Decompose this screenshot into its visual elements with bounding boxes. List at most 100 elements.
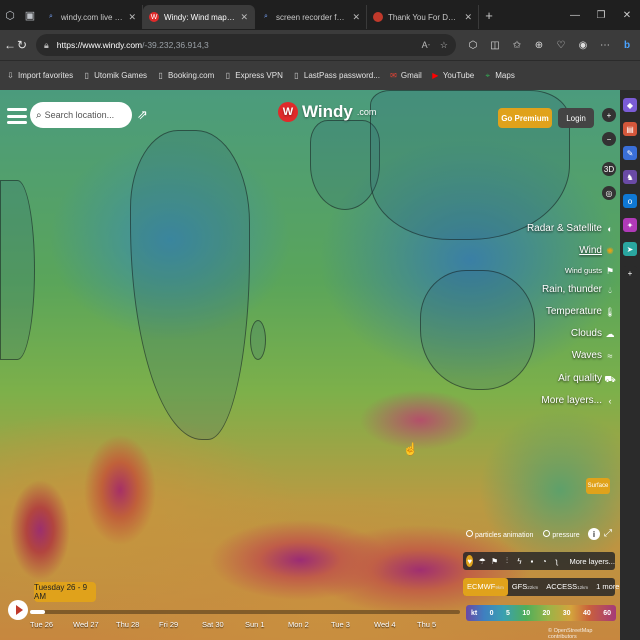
go-premium-button[interactable]: Go Premium (498, 108, 552, 128)
timeline-day[interactable]: Thu 5 (417, 620, 460, 629)
favorite-youtube[interactable]: ▶ YouTube (431, 71, 474, 81)
more-layers-link[interactable]: More layers... (570, 557, 615, 566)
login-button[interactable]: Login (558, 108, 594, 128)
close-icon[interactable]: ✕ (240, 12, 248, 23)
favorite-star-icon[interactable]: ☆ (440, 40, 448, 51)
windy-logo[interactable]: W Windy .com (278, 102, 376, 122)
fullscreen-icon[interactable]: ⤢ (604, 528, 612, 539)
search-location-input[interactable]: ⌕ Search location... (30, 102, 132, 128)
favorite-gmail[interactable]: ✉ Gmail (389, 71, 422, 81)
favorites-icon[interactable]: ✩ (508, 36, 526, 54)
rain-icon[interactable]: 💧︎ (608, 279, 612, 301)
radar-icon[interactable]: ◐ (607, 218, 612, 240)
chevron-left-icon[interactable]: ‹ (609, 390, 612, 412)
wind-icon[interactable]: ♥ (466, 555, 474, 567)
split-screen-icon[interactable]: ◫ (486, 36, 504, 54)
zoom-in-icon[interactable]: + (602, 108, 616, 122)
rain-icon[interactable]: ☂ (478, 555, 486, 567)
favorite-utomik[interactable]: ▯ Utomik Games (82, 71, 147, 81)
layer-more-layers[interactable]: More layers... (541, 390, 602, 412)
lightning-icon[interactable]: ϟ (516, 555, 523, 567)
zoom-out-icon[interactable]: − (602, 132, 616, 146)
layer-temperature[interactable]: Temperature (546, 301, 602, 323)
surface-level-button[interactable]: Surface (586, 478, 610, 494)
model-more[interactable]: 1 more... (592, 578, 620, 596)
info-icon[interactable]: i (588, 528, 600, 540)
thermometer-icon[interactable]: 🌡︎ (604, 301, 615, 323)
restore-icon[interactable]: ❐ (588, 10, 614, 21)
particles-animation-toggle[interactable]: particles animation (466, 530, 533, 539)
favorite-expressvpn[interactable]: ▯ Express VPN (223, 71, 283, 81)
layer-wind-gusts[interactable]: Wind gusts (565, 263, 602, 279)
timeline-day[interactable]: Tue 26 (30, 620, 73, 629)
copilot-icon[interactable]: ◆ (623, 98, 637, 112)
waves-icon[interactable]: ≈ (608, 345, 613, 367)
extensions-icon[interactable]: ⬡ (464, 36, 482, 54)
refresh-icon[interactable]: ↻ (16, 34, 28, 56)
play-button[interactable] (8, 600, 28, 620)
profile-avatar[interactable]: ◉ (574, 36, 592, 54)
close-icon[interactable]: ✕ (464, 12, 472, 23)
flag-icon[interactable]: ⚑ (491, 555, 498, 567)
tab-windy[interactable]: W Windy: Wind map & weather fo ✕ (143, 5, 255, 29)
layer-wind[interactable]: Wind (579, 240, 602, 262)
designer-icon[interactable]: ✦ (623, 218, 637, 232)
new-tab-button[interactable]: + (479, 8, 499, 23)
tab-actions-icon[interactable]: ▣ (20, 0, 40, 30)
collections-icon[interactable]: ⊕ (530, 36, 548, 54)
map-attribution[interactable]: © OpenStreetMap contributors (548, 628, 620, 640)
layer-waves[interactable]: Waves (572, 345, 602, 367)
timeline-day[interactable]: Wed 4 (374, 620, 417, 629)
timeline-day[interactable]: Fri 29 (159, 620, 202, 629)
read-aloud-icon[interactable]: Aᐧ (422, 40, 430, 51)
share-icon[interactable]: ⇗ (137, 107, 148, 123)
favorite-import[interactable]: ⇩ Import favorites (6, 71, 73, 81)
layer-clouds[interactable]: Clouds (571, 323, 602, 345)
pressure-icon[interactable]: ◔ (541, 555, 548, 567)
flag-icon[interactable]: ⚑ (606, 263, 614, 279)
model-gfs[interactable]: GFS22km (508, 578, 542, 596)
close-window-icon[interactable]: ✕ (614, 10, 640, 21)
pressure-toggle[interactable]: pressure (543, 530, 580, 539)
waves-icon[interactable]: ʅ (553, 555, 560, 567)
timeline-day[interactable]: Mon 2 (288, 620, 331, 629)
bing-copilot-icon[interactable]: b (618, 36, 636, 54)
model-access[interactable]: ACCESS12km (542, 578, 592, 596)
tab-download[interactable]: Thank You For Downloading Scr ✕ (367, 5, 479, 29)
view-3d-button[interactable]: 3D (602, 162, 616, 176)
close-icon[interactable]: ✕ (352, 12, 360, 23)
tab-windy-search[interactable]: ⌕ windy.com live - Search ✕ (40, 5, 143, 29)
snow-icon[interactable]: ▪ (528, 555, 535, 567)
timeline-day[interactable]: Sat 30 (202, 620, 245, 629)
close-icon[interactable]: ✕ (128, 12, 136, 23)
minimize-icon[interactable]: — (562, 10, 588, 21)
timeline-day[interactable]: Wed 27 (73, 620, 116, 629)
tools-icon[interactable]: ✎ (623, 146, 637, 160)
timeline-day[interactable]: Thu 28 (116, 620, 159, 629)
timeline-track[interactable] (30, 610, 460, 614)
send-icon[interactable]: ➤ (623, 242, 637, 256)
browser-essentials-icon[interactable]: ♡ (552, 36, 570, 54)
model-ecmwf[interactable]: ECMWF9km (463, 578, 508, 596)
games-icon[interactable]: ♞ (623, 170, 637, 184)
layer-rain-thunder[interactable]: Rain, thunder (542, 279, 602, 301)
car-icon[interactable]: ⛟ (604, 368, 615, 390)
back-icon[interactable]: ← (4, 34, 16, 56)
office-icon[interactable]: o (623, 194, 637, 208)
wind-speed-legend[interactable]: kt 0 5 10 20 30 40 60 (466, 605, 616, 621)
address-bar[interactable]: 🔒︎ https://www.windy.com /-39.232,36.914… (36, 34, 456, 56)
menu-dots-icon[interactable]: ⋯ (596, 36, 614, 54)
hamburger-menu-icon[interactable] (6, 105, 28, 127)
add-sidebar-app-icon[interactable]: + (623, 266, 637, 280)
wind-icon[interactable]: ✺ (606, 240, 614, 262)
lock-icon[interactable]: 🔒︎ (44, 40, 49, 51)
shopping-icon[interactable]: ▤ (623, 122, 637, 136)
favorite-lastpass[interactable]: ▯ LastPass password... (292, 71, 380, 81)
timeline-day[interactable]: Tue 3 (331, 620, 374, 629)
layer-air-quality[interactable]: Air quality (558, 368, 602, 390)
layer-radar-satellite[interactable]: Radar & Satellite (527, 218, 602, 240)
workspaces-icon[interactable]: ⬡ (0, 0, 20, 30)
cloud-icon[interactable]: ☁ (606, 323, 615, 345)
timeline-day[interactable]: Sun 1 (245, 620, 288, 629)
locate-me-icon[interactable]: ◎ (602, 186, 616, 200)
